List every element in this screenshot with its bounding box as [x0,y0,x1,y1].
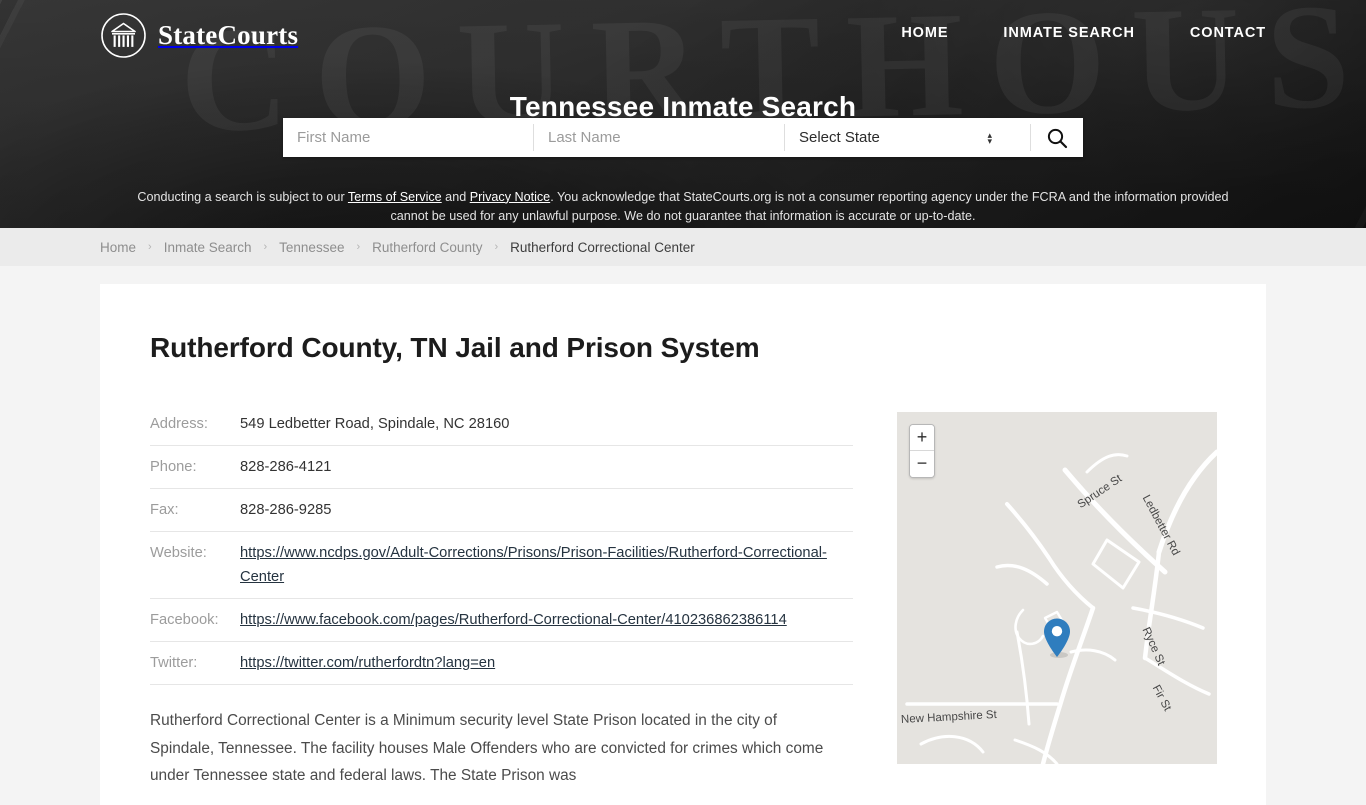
fact-value-link[interactable]: https://twitter.com/rutherfordtn?lang=en [240,655,495,671]
fact-value-link[interactable]: https://www.ncdps.gov/Adult-Corrections/… [240,545,827,585]
breadcrumb: Home › Inmate Search › Tennessee › Rutherford … [0,228,1366,266]
breadcrumb-separator: › [263,241,268,253]
inmate-search-form: Select State ▴ ▾ [283,118,1083,157]
table-row: Address: 549 Ledbetter Road, Spindale, NC… [150,412,853,446]
courthouse-circle-icon [100,12,147,59]
nav-item-inmate-search[interactable]: INMATE SEARCH [1003,25,1134,41]
fact-label: Phone: [150,445,240,489]
breadcrumb-separator: › [356,241,361,253]
table-row: Phone: 828-286-4121 [150,445,853,489]
nav-item-home[interactable]: HOME [901,25,948,41]
state-select[interactable]: Select State ▴ ▾ [785,118,1030,157]
map-zoom-in-button[interactable]: + [910,425,934,451]
privacy-notice-link[interactable]: Privacy Notice [470,190,550,204]
fact-value[interactable]: https://twitter.com/rutherfordtn?lang=en [240,641,853,685]
facility-details-table: Address: 549 Ledbetter Road, Spindale, NC… [150,412,853,685]
table-row: Facebook: https://www.facebook.com/pages/… [150,598,853,642]
fact-label: Facebook: [150,598,240,642]
breadcrumb-separator: › [494,241,499,253]
table-row: Website: https://www.ncdps.gov/Adult-Corr… [150,531,853,599]
breadcrumb-link[interactable]: Inmate Search [164,240,252,255]
page-title: Rutherford County, TN Jail and Prison Sy… [150,332,760,363]
disclaimer-text-2: and [441,189,470,204]
fact-label: Fax: [150,488,240,532]
site-header: COURTHOUSE StateCourts HOME INMATE SEARC… [0,0,1366,228]
content-card: Rutherford County, TN Jail and Prison Sy… [100,284,1266,805]
fact-value-link[interactable]: https://www.facebook.com/pages/Rutherfor… [240,612,787,628]
fact-label: Website: [150,531,240,599]
search-disclaimer: Conducting a search is subject to our Te… [133,188,1233,226]
fact-label: Twitter: [150,641,240,685]
facility-description: Rutherford Correctional Center is a Mini… [150,712,824,784]
state-select-value: Select State [799,129,880,146]
last-name-input[interactable] [534,118,784,157]
breadcrumb-separator: › [148,241,152,253]
breadcrumb-link[interactable]: Home [100,240,136,255]
breadcrumb-current: Rutherford Correctional Center [510,239,695,255]
first-name-input[interactable] [283,118,533,157]
search-submit-button[interactable] [1031,118,1083,157]
map-zoom-controls[interactable]: + − [909,424,935,478]
fact-value[interactable]: https://www.ncdps.gov/Adult-Corrections/… [240,531,853,599]
disclaimer-text-1: Conducting a search is subject to our [137,189,348,204]
terms-of-service-link[interactable]: Terms of Service [348,190,442,204]
fact-label: Address: [150,412,240,446]
fact-value: 828-286-4121 [240,445,853,489]
nav-item-contact[interactable]: CONTACT [1190,25,1266,41]
map-zoom-out-button[interactable]: − [910,451,934,477]
search-icon [1046,127,1068,149]
map-location-marker[interactable] [1042,617,1072,664]
facility-details: Address: 549 Ledbetter Road, Spindale, NC… [150,412,853,805]
table-row: Fax: 828-286-9285 [150,488,853,532]
breadcrumb-link[interactable]: Rutherford County [372,240,482,255]
fact-value: 828-286-9285 [240,488,853,532]
fact-value[interactable]: https://www.facebook.com/pages/Rutherfor… [240,598,853,642]
table-row: Twitter: https://twitter.com/rutherfordtn… [150,641,853,685]
chevron-updown-icon: ▴ ▾ [987,130,992,146]
location-map[interactable]: Spruce St Ledbetter Rd Ryce St Fir St New Ha… [897,412,1217,764]
brand-name: StateCourts [158,20,299,50]
primary-navigation: HOME INMATE SEARCH CONTACT [901,25,1266,41]
breadcrumb-link[interactable]: Tennessee [279,240,344,255]
fact-value: 549 Ledbetter Road, Spindale, NC 28160 [240,412,853,446]
stepper-down-glyph: ▾ [987,135,992,146]
brand-logo-link[interactable]: StateCourts [100,12,298,59]
